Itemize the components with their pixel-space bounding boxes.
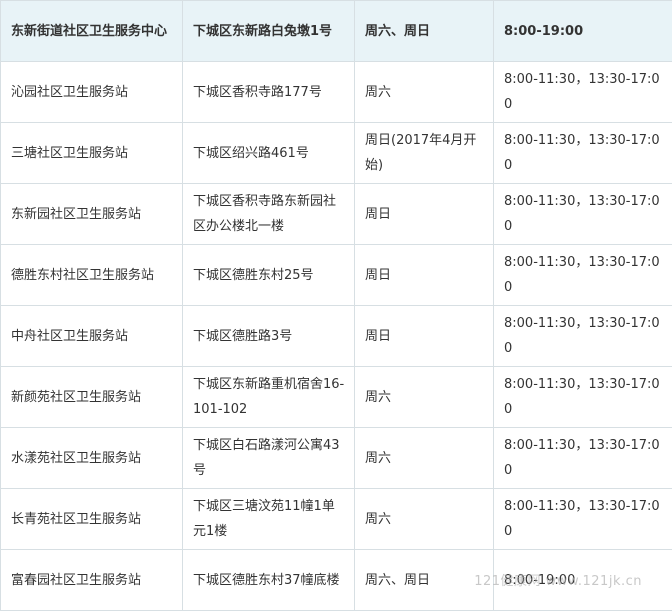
station-address: 下城区香积寺路东新园社区办公楼北一楼: [182, 183, 355, 245]
schedule-table: 东新街道社区卫生服务中心 下城区东新路白兔墩1号 周六、周日 8:00-19:0…: [0, 0, 672, 611]
station-days: 周日: [354, 305, 494, 367]
station-address: 下城区绍兴路461号: [182, 122, 355, 184]
station-days: 周日(2017年4月开始): [354, 122, 494, 184]
header-center-address: 下城区东新路白兔墩1号: [182, 0, 355, 62]
station-address: 下城区德胜东村25号: [182, 244, 355, 306]
schedule-table-container: 东新街道社区卫生服务中心 下城区东新路白兔墩1号 周六、周日 8:00-19:0…: [0, 0, 672, 613]
station-name: 新颜苑社区卫生服务站: [0, 366, 183, 428]
station-hours: 8:00-11:30，13:30-17:00: [493, 183, 672, 245]
station-address: 下城区德胜东村37幢底楼: [182, 549, 355, 611]
station-address: 下城区东新路重机宿舍16-101-102: [182, 366, 355, 428]
station-hours: 8:00-11:30，13:30-17:00: [493, 488, 672, 550]
table-row: 水漾苑社区卫生服务站 下城区白石路漾河公寓43号 周六 8:00-11:30，1…: [0, 427, 672, 489]
station-name: 中舟社区卫生服务站: [0, 305, 183, 367]
table-row: 富春园社区卫生服务站 下城区德胜东村37幢底楼 周六、周日 8:00-19:00: [0, 549, 672, 611]
station-name: 富春园社区卫生服务站: [0, 549, 183, 611]
station-hours: 8:00-11:30，13:30-17:00: [493, 305, 672, 367]
table-row: 东新园社区卫生服务站 下城区香积寺路东新园社区办公楼北一楼 周日 8:00-11…: [0, 183, 672, 245]
station-days: 周日: [354, 244, 494, 306]
station-days: 周日: [354, 183, 494, 245]
table-row: 新颜苑社区卫生服务站 下城区东新路重机宿舍16-101-102 周六 8:00-…: [0, 366, 672, 428]
table-header-row: 东新街道社区卫生服务中心 下城区东新路白兔墩1号 周六、周日 8:00-19:0…: [0, 0, 672, 62]
station-hours: 8:00-19:00: [493, 549, 672, 611]
station-days: 周六: [354, 61, 494, 123]
station-hours: 8:00-11:30，13:30-17:00: [493, 427, 672, 489]
station-name: 沁园社区卫生服务站: [0, 61, 183, 123]
station-days: 周六、周日: [354, 549, 494, 611]
station-days: 周六: [354, 427, 494, 489]
station-name: 三塘社区卫生服务站: [0, 122, 183, 184]
table-row: 长青苑社区卫生服务站 下城区三塘汶苑11幢1单元1楼 周六 8:00-11:30…: [0, 488, 672, 550]
station-hours: 8:00-11:30，13:30-17:00: [493, 122, 672, 184]
header-center-hours: 8:00-19:00: [493, 0, 672, 62]
header-center-name: 东新街道社区卫生服务中心: [0, 0, 183, 62]
station-hours: 8:00-11:30，13:30-17:00: [493, 244, 672, 306]
station-address: 下城区白石路漾河公寓43号: [182, 427, 355, 489]
station-name: 德胜东村社区卫生服务站: [0, 244, 183, 306]
station-address: 下城区德胜路3号: [182, 305, 355, 367]
station-hours: 8:00-11:30，13:30-17:00: [493, 61, 672, 123]
table-row: 德胜东村社区卫生服务站 下城区德胜东村25号 周日 8:00-11:30，13:…: [0, 244, 672, 306]
table-row: 三塘社区卫生服务站 下城区绍兴路461号 周日(2017年4月开始) 8:00-…: [0, 122, 672, 184]
station-address: 下城区香积寺路177号: [182, 61, 355, 123]
header-center-days: 周六、周日: [354, 0, 494, 62]
station-name: 水漾苑社区卫生服务站: [0, 427, 183, 489]
station-days: 周六: [354, 366, 494, 428]
station-hours: 8:00-11:30，13:30-17:00: [493, 366, 672, 428]
station-name: 长青苑社区卫生服务站: [0, 488, 183, 550]
station-name: 东新园社区卫生服务站: [0, 183, 183, 245]
station-address: 下城区三塘汶苑11幢1单元1楼: [182, 488, 355, 550]
table-row: 中舟社区卫生服务站 下城区德胜路3号 周日 8:00-11:30，13:30-1…: [0, 305, 672, 367]
table-row: 沁园社区卫生服务站 下城区香积寺路177号 周六 8:00-11:30，13:3…: [0, 61, 672, 123]
station-days: 周六: [354, 488, 494, 550]
